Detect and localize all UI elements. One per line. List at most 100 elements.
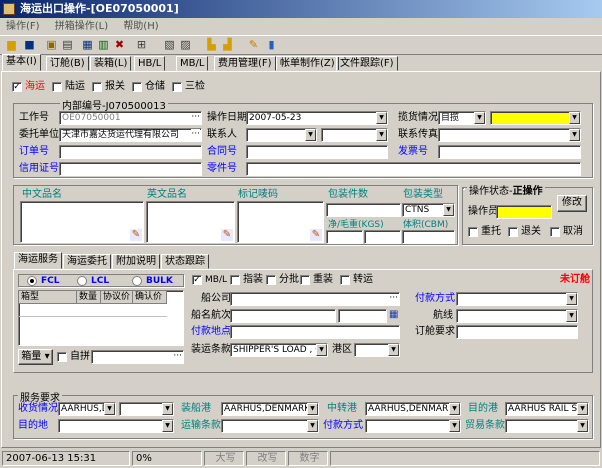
- checkbox-transship[interactable]: [340, 275, 350, 285]
- checkbox-customs[interactable]: [92, 82, 102, 92]
- print-icon[interactable]: ▤: [60, 38, 75, 52]
- modify-button[interactable]: 修改: [557, 195, 587, 212]
- goods-status-select[interactable]: 目揽 ▼: [438, 111, 486, 125]
- radio-fcl[interactable]: [27, 276, 37, 286]
- goods-status-detail-select[interactable]: ▼: [490, 111, 581, 125]
- radio-bulk[interactable]: [132, 276, 142, 286]
- terms-select[interactable]: SHIPPER'S LOAD , COU ▼: [230, 343, 328, 357]
- self-pack-field[interactable]: ···: [91, 350, 184, 364]
- subtab-extra-notes[interactable]: 附加说明: [112, 254, 160, 269]
- checkbox-self-pack[interactable]: [57, 352, 67, 362]
- menu-help[interactable]: 帮助(H): [121, 21, 160, 32]
- exit-icon[interactable]: ▮: [264, 38, 279, 52]
- col-agreed-price[interactable]: 协议价: [101, 291, 133, 304]
- menu-operate[interactable]: 操作(F): [4, 21, 42, 32]
- invoice-no-field[interactable]: [438, 145, 581, 159]
- checkbox-cancel[interactable]: [550, 227, 560, 237]
- checkbox-partial[interactable]: [266, 275, 276, 285]
- client-field[interactable]: 天津市嘉达货运代理有限公司 ···: [59, 128, 202, 142]
- voyage-field[interactable]: [338, 309, 387, 323]
- document-icon[interactable]: ▥: [96, 38, 111, 52]
- work-no-field[interactable]: OE07050001 ···: [59, 111, 202, 125]
- marks-textarea[interactable]: ✎: [237, 201, 324, 243]
- checkbox-inspection[interactable]: [172, 82, 182, 92]
- contact-fax-select[interactable]: ▼: [438, 128, 581, 142]
- route-select[interactable]: ▼: [456, 309, 578, 323]
- checkbox-designated-load[interactable]: [230, 275, 240, 285]
- tab-booking[interactable]: 订舱(B): [46, 56, 89, 71]
- pay-method-select[interactable]: ▼: [456, 292, 578, 306]
- pen-edit-icon[interactable]: ✎: [310, 229, 322, 241]
- delete-icon[interactable]: ✖: [112, 38, 127, 52]
- contact-phone-select[interactable]: ▼: [321, 128, 388, 142]
- pkg-count-field[interactable]: [326, 203, 401, 217]
- booking-req-field[interactable]: [456, 325, 578, 339]
- tab-basic[interactable]: 基本(I): [2, 54, 41, 71]
- parts-no-field[interactable]: [246, 162, 581, 176]
- preview-icon[interactable]: ▧: [162, 38, 177, 52]
- pkg-type-select[interactable]: CTNS ▼: [402, 203, 455, 217]
- load-port-select[interactable]: AARHUS,DENMARK ▼: [221, 402, 319, 416]
- checkbox-storage[interactable]: [132, 82, 142, 92]
- carrier-field[interactable]: ···: [230, 292, 400, 306]
- receipt-detail-select[interactable]: ▼: [119, 402, 174, 416]
- tree-icon[interactable]: ⊞: [134, 38, 149, 52]
- tab-mbl[interactable]: MB/L: [176, 56, 209, 71]
- checkbox-land[interactable]: [52, 82, 62, 92]
- tab-fee-management[interactable]: 费用管理(F): [214, 56, 276, 71]
- cn-name-textarea[interactable]: ✎: [20, 201, 144, 243]
- report-icon[interactable]: ▨: [178, 38, 193, 52]
- tab-hbl[interactable]: HB/L: [134, 56, 166, 71]
- receipt-select[interactable]: AARHUS,DE ▼: [58, 402, 116, 416]
- tab-document-tracking[interactable]: 文件跟踪(F): [336, 56, 398, 71]
- save-icon[interactable]: ■: [22, 38, 37, 52]
- checkbox-mbl[interactable]: ✓: [192, 275, 202, 285]
- contract-no-field[interactable]: [246, 145, 388, 159]
- port-zone-select[interactable]: ▼: [354, 343, 400, 357]
- volume-field[interactable]: [402, 230, 455, 244]
- service-pay-method-select[interactable]: ▼: [365, 419, 461, 433]
- tab-bill-making[interactable]: 帐单制作(Z): [276, 56, 339, 71]
- net-weight-field[interactable]: [326, 230, 363, 244]
- edit-icon[interactable]: ▣: [44, 38, 59, 52]
- checkbox-retrust[interactable]: [468, 227, 478, 237]
- import-icon[interactable]: ▙: [204, 38, 219, 52]
- subtab-sea-service[interactable]: 海运服务: [14, 252, 62, 269]
- export-icon[interactable]: ▟: [220, 38, 235, 52]
- checkbox-sea[interactable]: ✓: [12, 82, 22, 92]
- subtab-status-tracking[interactable]: 状态跟踪: [161, 254, 209, 269]
- checkbox-withdraw[interactable]: [508, 227, 518, 237]
- container-grid[interactable]: 箱型 数量 协议价 确认价: [18, 290, 184, 346]
- col-box-type[interactable]: 箱型: [19, 291, 77, 304]
- pen-edit-icon[interactable]: ✎: [130, 229, 142, 241]
- tools-icon[interactable]: ✎: [246, 38, 261, 52]
- en-name-textarea[interactable]: ✎: [146, 201, 235, 243]
- radio-lcl[interactable]: [77, 276, 87, 286]
- terms-label: 装运条款: [191, 344, 231, 355]
- calendar-icon[interactable]: ▦: [389, 309, 400, 321]
- checkbox-reload[interactable]: [300, 275, 310, 285]
- pay-place-field[interactable]: [230, 325, 400, 339]
- menu-lcl-operate[interactable]: 拼箱操作(L): [53, 21, 110, 32]
- subtab-sea-entrust[interactable]: 海运委托: [63, 254, 111, 269]
- credit-no-field[interactable]: [59, 162, 202, 176]
- gross-weight-field[interactable]: [364, 230, 401, 244]
- open-folder-icon[interactable]: ▆: [4, 38, 19, 52]
- freight-terms-select[interactable]: ▼: [221, 419, 319, 433]
- transit-port-select[interactable]: AARHUS,DENMARK ▼: [365, 402, 461, 416]
- vessel-field[interactable]: [230, 309, 336, 323]
- table-row[interactable]: [19, 304, 167, 317]
- trade-terms-select[interactable]: ▼: [505, 419, 589, 433]
- op-date-field[interactable]: 2007-05-23 ▼: [246, 111, 388, 125]
- contact-select[interactable]: ▼: [246, 128, 317, 142]
- tab-packing[interactable]: 装箱(L): [90, 56, 132, 71]
- operator-field[interactable]: [496, 205, 552, 219]
- box-count-button[interactable]: 箱量 ▾: [18, 349, 53, 365]
- col-quantity[interactable]: 数量: [77, 291, 101, 304]
- booking-no-field[interactable]: [59, 145, 202, 159]
- dest-select[interactable]: ▼: [58, 419, 174, 433]
- col-confirmed-price[interactable]: 确认价: [133, 291, 167, 304]
- pen-edit-icon[interactable]: ✎: [221, 229, 233, 241]
- grid-icon[interactable]: ▦: [80, 38, 95, 52]
- dest-port-select[interactable]: AARHUS RAIL STA ▼: [505, 402, 589, 416]
